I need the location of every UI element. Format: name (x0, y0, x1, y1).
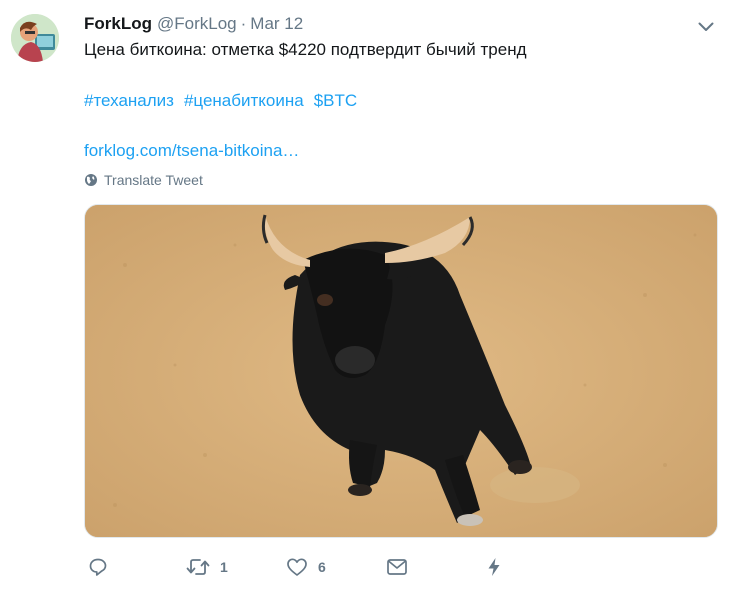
hashtag-link[interactable]: #теханализ (84, 91, 174, 111)
retweet-count: 1 (220, 559, 228, 575)
more-options-button[interactable] (696, 17, 716, 37)
globe-icon (84, 173, 98, 187)
analytics-button[interactable] (486, 554, 502, 580)
avatar[interactable] (11, 14, 59, 62)
bull-photo (85, 205, 717, 537)
direct-message-button[interactable] (386, 554, 408, 580)
chevron-down-icon (698, 22, 714, 31)
avatar-illustration (11, 14, 59, 62)
envelope-icon (387, 559, 407, 575)
like-button[interactable]: 6 (286, 554, 326, 580)
retweet-button[interactable]: 1 (186, 554, 228, 580)
tweet-actions: 1 6 (84, 554, 524, 580)
retweet-icon (186, 559, 210, 575)
translate-tweet-button[interactable]: Translate Tweet (84, 172, 203, 188)
like-count: 6 (318, 559, 326, 575)
tweet-date[interactable]: Mar 12 (250, 14, 303, 34)
author-handle[interactable]: @ForkLog (157, 14, 237, 34)
hashtag-link[interactable]: #ценабиткоина (184, 91, 304, 111)
author-name[interactable]: ForkLog (84, 14, 152, 34)
tweet-media-image[interactable] (84, 204, 718, 538)
tweet-header: ForkLog @ForkLog · Mar 12 (84, 13, 303, 35)
separator-dot: · (240, 14, 247, 33)
cashtag-link[interactable]: $BTC (314, 91, 357, 111)
lightning-icon (488, 558, 500, 576)
article-link[interactable]: forklog.com/tsena-bitkoina… (84, 141, 299, 161)
tweet-text: Цена биткоина: отметка $4220 подтвердит … (84, 40, 527, 59)
reply-button[interactable] (88, 554, 108, 580)
reply-icon (89, 558, 107, 576)
heart-icon (287, 558, 307, 576)
translate-label: Translate Tweet (104, 172, 203, 188)
hashtag-list: #теханализ #ценабиткоина $BTC (84, 91, 367, 111)
